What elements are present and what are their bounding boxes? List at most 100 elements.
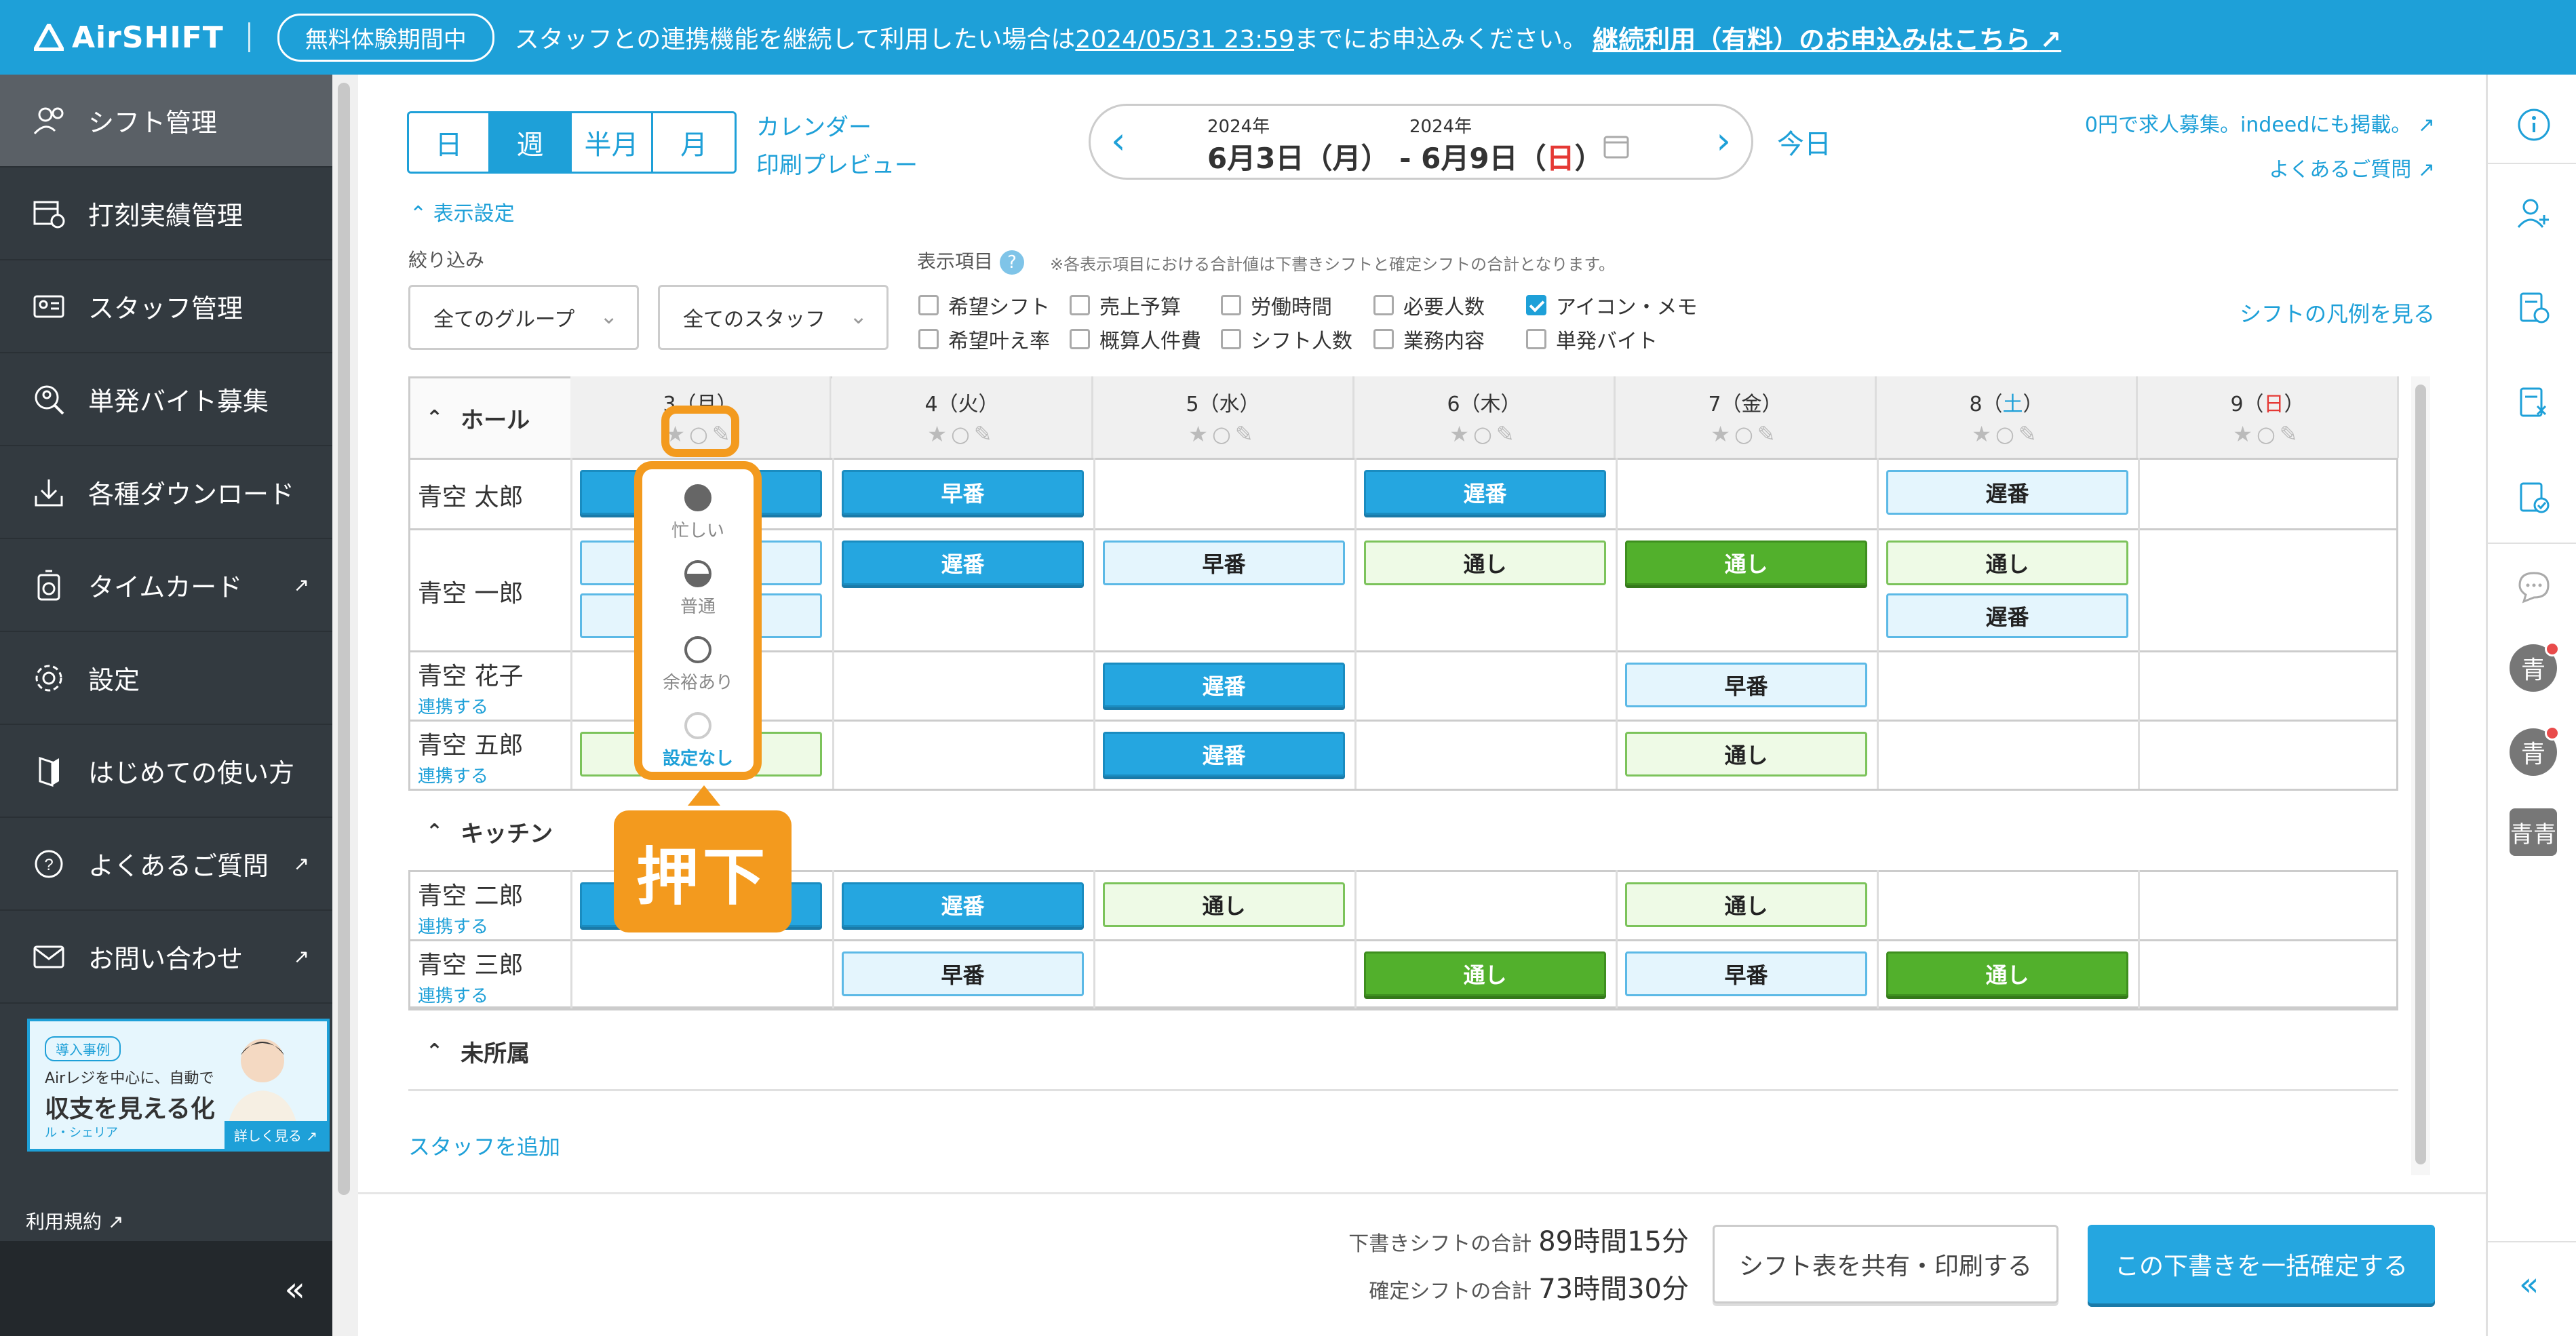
calendar-icon[interactable]	[1603, 133, 1630, 163]
next-week-button[interactable]: ›	[1716, 119, 1731, 162]
staff-name-cell[interactable]: 青空 花子 連携する	[418, 656, 523, 718]
check-icon-memo[interactable]: アイコン・メモ	[1526, 290, 1698, 320]
shift-cell[interactable]: 通し	[1886, 541, 2128, 585]
staff-name-cell[interactable]: 青空 三郎 連携する	[418, 945, 523, 1007]
group-select[interactable]: 全てのグループ ⌄	[408, 285, 639, 350]
share-print-button[interactable]: シフト表を共有・印刷する	[1713, 1225, 2058, 1303]
busyness-circle-icon[interactable]: ○	[1734, 421, 1757, 447]
sidebar-item-downloads[interactable]: 各種ダウンロード	[0, 446, 332, 539]
link-staff-link[interactable]: 連携する	[418, 693, 523, 718]
shift-cancel-icon[interactable]	[2515, 384, 2553, 422]
tab-half-month[interactable]: 半月	[572, 113, 653, 172]
shift-cell[interactable]: 遅番	[842, 882, 1084, 927]
scrollbar-thumb[interactable]	[338, 83, 350, 1195]
shift-cell[interactable]: 遅番	[842, 541, 1084, 585]
shift-cell[interactable]: 早番	[842, 951, 1084, 996]
shift-cell[interactable]: 通し	[1364, 541, 1606, 585]
faq-link[interactable]: よくあるご質問 ↗	[2085, 148, 2435, 193]
sidebar-item-punch-records[interactable]: 打刻実績管理	[0, 168, 332, 260]
today-button[interactable]: 今日	[1777, 122, 1831, 161]
shift-cell[interactable]: 遅番	[1103, 732, 1345, 777]
promo-banner[interactable]: 導入事例 Airレジを中心に、自動で 収支を見える化 ル・シェリア 詳しく見る …	[27, 1019, 330, 1152]
tab-week[interactable]: 週	[490, 113, 572, 172]
shift-cell[interactable]: 早番	[1625, 663, 1867, 707]
shift-cell[interactable]: 通し	[1625, 732, 1867, 777]
add-staff-link[interactable]: スタッフを追加	[408, 1130, 560, 1161]
staff-name-cell[interactable]: 青空 二郎 連携する	[418, 876, 523, 938]
busyness-circle-icon[interactable]: ○	[1473, 421, 1496, 447]
display-settings-toggle[interactable]: ⌃ 表示設定	[410, 197, 515, 227]
shift-cell[interactable]: 通し	[1364, 951, 1606, 996]
star-icon[interactable]: ★	[927, 421, 951, 447]
shift-cell[interactable]: 遅番	[1364, 470, 1606, 515]
link-staff-link[interactable]: 連携する	[418, 913, 523, 938]
staff-select[interactable]: 全てのスタッフ ⌄	[658, 285, 889, 350]
staff-name-cell[interactable]: 青空 太郎	[418, 477, 523, 513]
star-icon[interactable]: ★	[2233, 421, 2257, 447]
pencil-icon[interactable]: ✎	[2280, 421, 2302, 447]
pencil-icon[interactable]: ✎	[1757, 421, 1780, 447]
sidebar-item-contact[interactable]: お問い合わせ ↗	[0, 911, 332, 1004]
check-labor-cost[interactable]: 概算人件費	[1070, 324, 1201, 354]
shift-cell[interactable]: 早番	[1625, 951, 1867, 996]
star-icon[interactable]: ★	[1449, 421, 1473, 447]
check-work-hours[interactable]: 労働時間	[1221, 290, 1332, 320]
staff-name-cell[interactable]: 青空 五郎 連携する	[418, 726, 523, 787]
check-required-staff[interactable]: 必要人数	[1373, 290, 1485, 320]
sidebar-collapse-button[interactable]: «	[0, 1241, 332, 1336]
option-normal[interactable]: 普通	[642, 560, 754, 618]
sidebar-item-faq[interactable]: ? よくあるご質問 ↗	[0, 818, 332, 911]
link-staff-link[interactable]: 連携する	[418, 982, 523, 1007]
busyness-circle-icon[interactable]: ○	[1995, 421, 2018, 447]
info-icon[interactable]	[2515, 106, 2553, 144]
pencil-icon[interactable]: ✎	[1235, 421, 1257, 447]
option-busy[interactable]: 忙しい	[642, 484, 754, 542]
add-staff-icon[interactable]	[2515, 194, 2553, 232]
tab-month[interactable]: 月	[653, 113, 735, 172]
prev-week-button[interactable]: ‹	[1111, 119, 1126, 162]
sidebar-item-shift[interactable]: シフト管理	[0, 75, 332, 168]
section-unassigned[interactable]: ⌃ 未所属	[426, 1035, 530, 1068]
staff-avatar[interactable]: 青	[2510, 726, 2560, 776]
star-icon[interactable]: ★	[1711, 421, 1734, 447]
staff-name-cell[interactable]: 青空 一郎	[418, 574, 523, 609]
promo-more-link[interactable]: 詳しく見る ↗	[224, 1121, 327, 1149]
shift-cell[interactable]: 通し	[1625, 882, 1867, 927]
double-chevron-left-icon[interactable]: «	[2519, 1265, 2539, 1303]
shift-confirm-icon[interactable]	[2515, 479, 2553, 517]
pencil-icon[interactable]: ✎	[974, 421, 996, 447]
check-desired-shift[interactable]: 希望シフト	[918, 290, 1050, 320]
check-gig-worker[interactable]: 単発バイト	[1526, 324, 1658, 354]
sidebar-item-getting-started[interactable]: はじめての使い方	[0, 725, 332, 818]
group-avatar[interactable]: 青青	[2510, 808, 2557, 856]
section-kitchen[interactable]: ⌃ キッチン	[426, 815, 553, 848]
check-shift-count[interactable]: シフト人数	[1221, 324, 1352, 354]
help-icon[interactable]: ?	[1000, 250, 1025, 275]
shift-cell[interactable]: 早番	[1103, 541, 1345, 585]
print-preview-link[interactable]: 印刷プレビュー	[756, 146, 918, 184]
shift-request-icon[interactable]	[2515, 289, 2553, 327]
sidebar-scrollbar[interactable]	[332, 75, 358, 1336]
confirm-all-button[interactable]: この下書きを一括確定する	[2088, 1225, 2435, 1303]
continue-subscription-link[interactable]: 継続利用（有料）のお申込みはこちら ↗	[1593, 19, 2061, 56]
shift-cell[interactable]: 遅番	[1886, 593, 2128, 638]
link-staff-link[interactable]: 連携する	[418, 762, 523, 787]
calendar-link[interactable]: カレンダー	[756, 109, 918, 146]
shift-cell[interactable]: 通し	[1886, 951, 2128, 996]
pencil-icon[interactable]: ✎	[1496, 421, 1519, 447]
busyness-circle-icon[interactable]: ○	[951, 421, 974, 447]
sidebar-item-timecard[interactable]: タイムカード ↗	[0, 539, 332, 632]
check-fulfillment-rate[interactable]: 希望叶え率	[918, 324, 1050, 354]
recruit-link[interactable]: 0円で求人募集。indeedにも掲載。 ↗	[2085, 103, 2435, 148]
staff-avatar[interactable]: 青	[2510, 642, 2560, 692]
shift-cell[interactable]: 遅番	[1103, 663, 1345, 707]
chat-icon[interactable]	[2515, 567, 2553, 605]
pencil-icon[interactable]: ✎	[2018, 421, 2041, 447]
option-none[interactable]: 設定なし	[642, 712, 754, 770]
busyness-circle-icon[interactable]: ○	[2257, 421, 2280, 447]
sidebar-item-settings[interactable]: 設定	[0, 632, 332, 725]
shift-cell[interactable]: 遅番	[1886, 470, 2128, 515]
check-job-content[interactable]: 業務内容	[1373, 324, 1485, 354]
shift-legend-link[interactable]: シフトの凡例を見る	[2240, 297, 2435, 328]
terms-link[interactable]: 利用規約 ↗	[26, 1207, 123, 1234]
